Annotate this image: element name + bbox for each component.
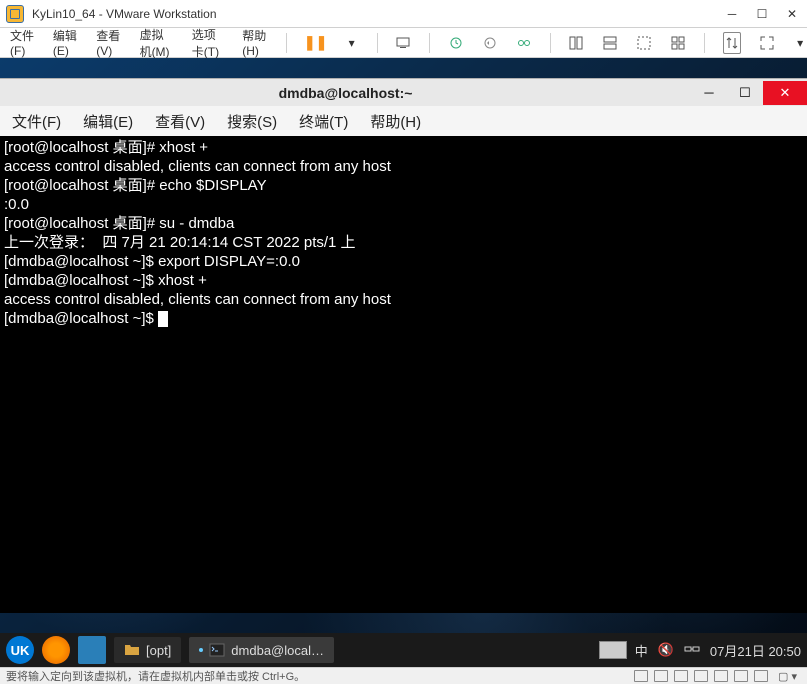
terminal-menubar: 文件(F) 编辑(E) 查看(V) 搜索(S) 终端(T) 帮助(H) [0, 106, 807, 136]
quick-switch-icon[interactable] [723, 32, 741, 54]
snapshot-manager-icon[interactable] [516, 32, 532, 54]
terminal-line: [root@localhost 桌面]# su - dmdba [4, 214, 803, 233]
device-sound-icon[interactable] [714, 670, 728, 682]
terminal-menu-search[interactable]: 搜索(S) [227, 111, 277, 132]
terminal-menu-edit[interactable]: 编辑(E) [83, 111, 133, 132]
terminal-menu-view[interactable]: 查看(V) [155, 111, 205, 132]
menu-file[interactable]: 文件(F) [10, 27, 35, 58]
menu-vm[interactable]: 虚拟机(M) [140, 26, 174, 60]
terminal-line: 上一次登录： 四 7月 21 20:14:14 CST 2022 pts/1 上 [4, 233, 803, 252]
device-usb-icon[interactable] [694, 670, 708, 682]
terminal-maximize-button[interactable]: ☐ [727, 81, 763, 105]
terminal-menu-file[interactable]: 文件(F) [12, 111, 61, 132]
vmware-titlebar: KyLin10_64 - VMware Workstation ─ ☐ ✕ [0, 0, 807, 28]
terminal-cursor [158, 311, 168, 327]
device-net-icon[interactable] [674, 670, 688, 682]
volume-muted-icon[interactable]: 🔇 [658, 642, 674, 658]
terminal-line: [dmdba@localhost ~]$ export DISPLAY=:0.0 [4, 252, 803, 271]
clock[interactable]: 07月21日 20:50 [710, 641, 801, 660]
separator [704, 33, 705, 53]
separator [429, 33, 430, 53]
snapshot-take-icon[interactable] [448, 32, 464, 54]
device-printer-icon[interactable] [734, 670, 748, 682]
close-button[interactable]: ✕ [777, 4, 807, 24]
window-title: KyLin10_64 - VMware Workstation [32, 7, 717, 21]
separator [550, 33, 551, 53]
terminal-line: [dmdba@localhost ~]$ xhost + [4, 271, 803, 290]
folder-icon [124, 643, 140, 657]
layout-2-icon[interactable] [602, 32, 618, 54]
menu-edit[interactable]: 编辑(E) [53, 27, 78, 58]
menu-help[interactable]: 帮助(H) [242, 27, 268, 58]
power-dropdown-icon[interactable]: ▾ [345, 32, 359, 54]
start-menu-button[interactable]: UK [6, 636, 34, 664]
separator [286, 33, 287, 53]
terminal-icon [209, 643, 225, 657]
minimize-button[interactable]: ─ [717, 4, 747, 24]
snapshot-revert-icon[interactable] [482, 32, 498, 54]
device-display-icon[interactable] [754, 670, 768, 682]
terminal-line: [dmdba@localhost ~]$ [4, 309, 803, 328]
status-device-icons: ▢ ▾ [634, 670, 801, 683]
terminal-line: access control disabled, clients can con… [4, 157, 803, 176]
taskbar-spacer [342, 641, 627, 659]
layout-3-icon[interactable] [636, 32, 652, 54]
menu-tabs[interactable]: 选项卡(T) [192, 26, 225, 60]
vmware-menubar: 文件(F) 编辑(E) 查看(V) 虚拟机(M) 选项卡(T) 帮助(H) ❚❚… [0, 28, 807, 58]
active-indicator-icon [199, 648, 203, 652]
firefox-icon[interactable] [42, 636, 70, 664]
terminal-body[interactable]: [root@localhost 桌面]# xhost +access contr… [0, 136, 807, 613]
terminal-window: dmdba@localhost:~ ─ ☐ ✕ 文件(F) 编辑(E) 查看(V… [0, 78, 807, 613]
pause-vm-button[interactable]: ❚❚ [305, 32, 327, 54]
vm-display-area[interactable]: dmdba@localhost:~ ─ ☐ ✕ 文件(F) 编辑(E) 查看(V… [0, 58, 807, 667]
terminal-title: dmdba@localhost:~ [0, 85, 691, 101]
file-manager-icon[interactable] [78, 636, 106, 664]
menu-view[interactable]: 查看(V) [96, 27, 121, 58]
send-ctrl-alt-del-icon[interactable] [395, 32, 411, 54]
guest-taskbar: UK [opt] dmdba@local… 中 🔇 07月21日 20:50 [0, 633, 807, 667]
status-text: 要将输入定向到该虚拟机，请在虚拟机内部单击或按 Ctrl+G。 [6, 668, 634, 684]
network-icon[interactable] [684, 643, 700, 658]
terminal-minimize-button[interactable]: ─ [691, 81, 727, 105]
terminal-titlebar[interactable]: dmdba@localhost:~ ─ ☐ ✕ [0, 78, 807, 106]
device-hdd-icon[interactable] [634, 670, 648, 682]
taskbar-item-terminal[interactable]: dmdba@local… [189, 637, 334, 663]
tray-applet-icon[interactable] [599, 641, 627, 659]
fullscreen-dropdown-icon[interactable]: ▾ [793, 32, 807, 54]
window-controls: ─ ☐ ✕ [717, 4, 807, 24]
fullscreen-icon[interactable] [759, 32, 775, 54]
terminal-menu-help[interactable]: 帮助(H) [370, 111, 421, 132]
maximize-button[interactable]: ☐ [747, 4, 777, 24]
terminal-line: [root@localhost 桌面]# xhost + [4, 138, 803, 157]
taskbar-item-label: dmdba@local… [231, 643, 324, 658]
vmware-statusbar: 要将输入定向到该虚拟机，请在虚拟机内部单击或按 Ctrl+G。 ▢ ▾ [0, 667, 807, 684]
terminal-line: :0.0 [4, 195, 803, 214]
taskbar-item-label: [opt] [146, 643, 171, 658]
taskbar-item-opt[interactable]: [opt] [114, 637, 181, 663]
layout-4-icon[interactable] [670, 32, 686, 54]
layout-1-icon[interactable] [568, 32, 584, 54]
terminal-line: access control disabled, clients can con… [4, 290, 803, 309]
separator [377, 33, 378, 53]
terminal-close-button[interactable]: ✕ [763, 81, 807, 105]
input-method-icon[interactable]: 中 [635, 641, 648, 660]
device-cd-icon[interactable] [654, 670, 668, 682]
status-menu-icon[interactable]: ▢ ▾ [774, 670, 801, 683]
terminal-menu-terminal[interactable]: 终端(T) [299, 111, 348, 132]
vmware-app-icon [6, 5, 24, 23]
terminal-line: [root@localhost 桌面]# echo $DISPLAY [4, 176, 803, 195]
system-tray: 中 🔇 07月21日 20:50 [635, 641, 801, 660]
